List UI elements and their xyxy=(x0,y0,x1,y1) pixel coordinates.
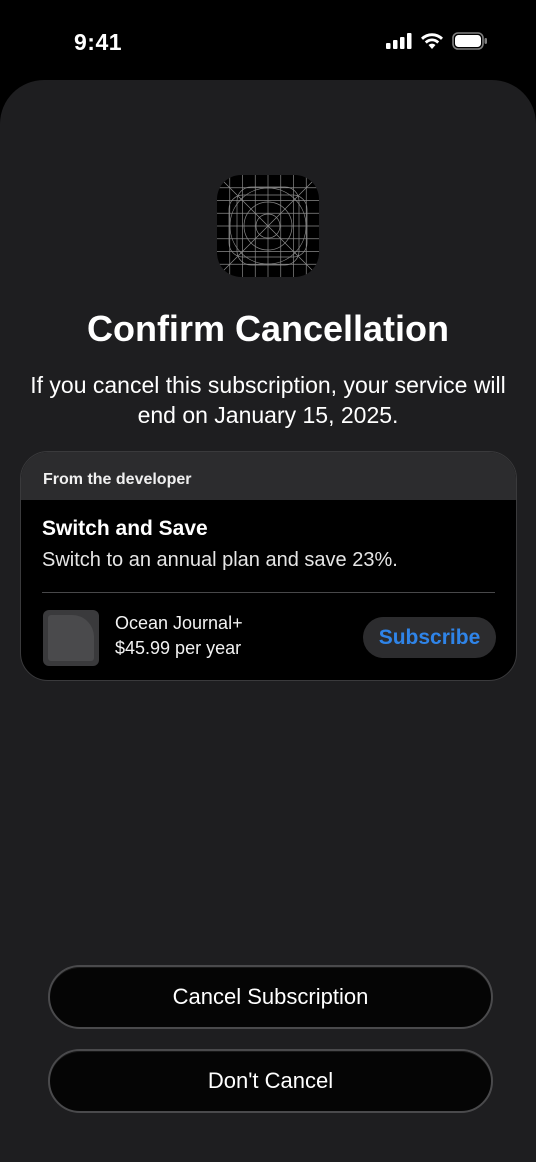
offer-title: Switch and Save xyxy=(42,517,208,540)
status-icons xyxy=(386,32,488,50)
product-thumbnail xyxy=(43,610,99,666)
status-bar: 9:41 xyxy=(0,0,536,80)
cancel-subscription-button[interactable]: Cancel Subscription xyxy=(48,965,493,1029)
app-grid-icon xyxy=(217,175,319,277)
divider xyxy=(42,592,495,593)
cancellation-message: If you cancel this subscription, your se… xyxy=(30,372,506,428)
offer-header: From the developer xyxy=(21,452,516,500)
product-name: Ocean Journal+ xyxy=(115,613,243,633)
cancellation-sheet: Confirm Cancellation If you cancel this … xyxy=(0,80,536,1162)
page-title: Confirm Cancellation xyxy=(86,308,450,349)
product-price: $45.99 per year xyxy=(115,638,242,658)
dont-cancel-button[interactable]: Don't Cancel xyxy=(48,1049,493,1113)
cellular-signal-icon xyxy=(386,33,412,49)
status-time: 9:41 xyxy=(74,29,123,55)
developer-offer-card: From the developer Switch and Save Switc… xyxy=(20,451,517,681)
subscribe-button[interactable]: Subscribe xyxy=(363,617,496,658)
offer-description: Switch to an annual plan and save 23%. xyxy=(42,549,398,571)
battery-icon xyxy=(452,32,487,50)
wifi-icon xyxy=(421,33,443,49)
